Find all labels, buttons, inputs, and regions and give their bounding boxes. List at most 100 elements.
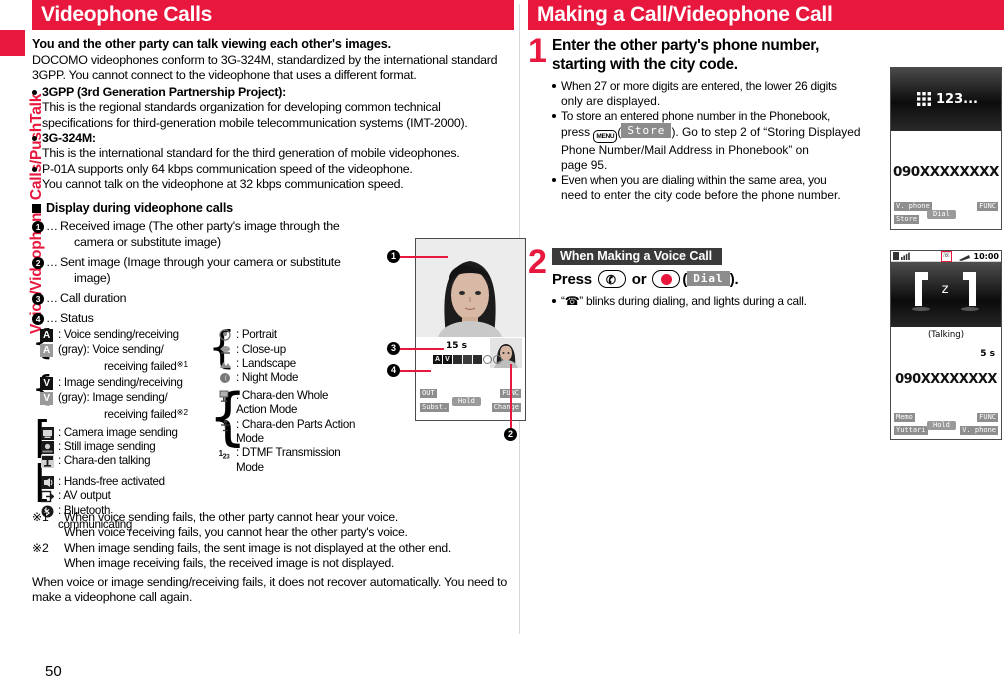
footnote-1: ※1 When voice sending fails, the other p… [32, 510, 514, 525]
voice-ok-icon: A [40, 329, 54, 343]
keypad-label: 123... [936, 92, 978, 107]
callout-text-2: Sent image (Image through your camera or… [60, 254, 341, 269]
side-tab-marker [0, 30, 25, 56]
step-2-tag: When Making a Voice Call [552, 247, 723, 265]
step1-phone-screen: 123... 090XXXXXXXX V. phone Store FUNC D… [890, 67, 1002, 230]
step2-softkey-func[interactable]: FUNC [977, 412, 998, 422]
signal-strength-icon [893, 251, 910, 260]
legend-label: : DTMF Transmission [236, 446, 341, 460]
press-word: Press [552, 270, 596, 288]
send-key-icon[interactable]: ✆ [597, 269, 626, 288]
legend-label: : Voice sending/receiving [58, 328, 179, 342]
leader-dots: … [46, 254, 58, 269]
callout-text-1: Received image (The other party's image … [60, 218, 340, 233]
step1-softkey-func[interactable]: FUNC [977, 202, 998, 211]
call-duration-value: 15 s [446, 341, 468, 351]
step1-dpad-dial[interactable]: Dial [927, 210, 956, 219]
legend-cont-chara-whole: Action Mode [236, 403, 298, 417]
status-bar-time: 10:00 [973, 251, 999, 261]
step1-bullet-3-line2: need to enter the city code before the p… [561, 187, 841, 202]
status-icon-legend: { { [ [ { { A : Voice sending/receiving … [32, 326, 402, 531]
softkey-out[interactable]: OUT [420, 389, 437, 398]
legend-label: : Camera image sending [58, 425, 178, 439]
legend-row-voice-ok: A : Voice sending/receiving [38, 328, 218, 343]
left-column: Videophone Calls You and the other party… [32, 0, 526, 606]
footnote-2: ※2 When image sending fails, the sent im… [32, 541, 514, 556]
leader-line-2-vert [510, 364, 512, 431]
step1-bullet-1-line2: only are displayed. [561, 93, 661, 108]
chara-den-talking-icon [40, 455, 54, 469]
step-2-tag-wrap: When Making a Voice Call [552, 247, 868, 265]
step-1-number: 1 [528, 32, 547, 70]
videophone-call-screen-figure: 15 s A V OUT Subst. Change Hold 1 3 4 2 [387, 238, 527, 441]
legend-row-image-ok: V : Image sending/receiving [38, 376, 218, 391]
leader-dots: … [46, 291, 58, 306]
dial-softkey-label[interactable]: Dial [687, 270, 730, 286]
store-softkey-label[interactable]: Store [621, 123, 672, 139]
received-image-photo [416, 239, 524, 337]
step2-call-info-area: (Talking) 5 s 090XXXXXXXX Memo Yuttari F… [891, 326, 1001, 438]
bullet-p01a-body2: You cannot talk on the videophone at 32 … [42, 177, 404, 192]
step2-softkey-yuttari[interactable]: Yuttari [894, 425, 928, 435]
figure-callout-3: 3 [387, 342, 400, 355]
softkey-change[interactable]: Change [491, 403, 521, 412]
step1-softkey-store[interactable]: Store [894, 215, 920, 224]
step-2-bullets: “☎” blinks during dialing, and lights du… [552, 294, 868, 309]
closeup-status-icon [493, 355, 502, 364]
legend-label: : AV output [58, 489, 111, 503]
legend-row-av-output: : AV output [38, 489, 218, 503]
callout-number-3: 3 [32, 293, 44, 306]
step1-bullet-2: To store an entered phone number in the … [552, 109, 868, 124]
step1-bullet-2-post: ). Go to step 2 of “Storing Displayed [671, 125, 861, 140]
softkey-subst[interactable]: Subst. [420, 403, 450, 412]
bullet-p01a-body: P-01A supports only 64 kbps communicatio… [42, 161, 413, 176]
step1-standby-banner: 123... [891, 68, 1001, 131]
center-key-dot-icon [661, 273, 673, 285]
hands-free-icon [40, 475, 54, 489]
dpad-hold[interactable]: Hold [452, 397, 481, 406]
page-number: 50 [45, 663, 62, 680]
two-phones-illustration: z [891, 261, 1000, 327]
bullet-p01a: P-01A supports only 64 kbps communicatio… [32, 162, 514, 177]
voice-status-icon: A [433, 355, 442, 364]
handsfree-status-icon [473, 355, 482, 364]
figure-callout-4: 4 [387, 364, 400, 377]
camera-status-icon [453, 355, 462, 364]
left-section-header: Videophone Calls [32, 0, 514, 30]
callout-text-3: Call duration [60, 291, 127, 306]
dtmf-transmission-icon: 123 [218, 449, 230, 461]
legend-column-left: A : Voice sending/receiving A (gray): Vo… [38, 328, 218, 532]
step1-bullet-2-line4: page 95. [561, 158, 608, 173]
subhead-label: Display during videophone calls [46, 200, 233, 215]
bullet-3g324m-label: 3G-324M: [42, 131, 96, 146]
left-lead-text: You and the other party can talk viewing… [32, 37, 391, 51]
step2-softkey-vphone[interactable]: V. phone [960, 425, 998, 435]
step2-status-bar: ☏ 10:00 [891, 250, 1001, 262]
right-column: Making a Call/Videophone Call 1 Enter th… [528, 0, 1004, 440]
legend-row-handsfree: : Hands-free activated [38, 475, 218, 489]
press-word: press [561, 125, 594, 140]
step2-softkey-memo[interactable]: Memo [894, 412, 915, 422]
step2-dpad-hold[interactable]: Hold [927, 420, 956, 430]
step1-number-area: 090XXXXXXXX V. phone Store FUNC Dial [891, 131, 1001, 228]
bullet-3g324m-body: This is the international standard for t… [42, 146, 460, 161]
bullet-3g324m: 3G-324M: [32, 131, 514, 146]
leader-line-4 [400, 370, 431, 372]
close-up-icon [218, 344, 232, 357]
talking-status-label: (Talking) [927, 329, 965, 340]
bullet-dot-icon [32, 89, 37, 95]
legend-row-image-fail: V (gray): Image sending/ [38, 391, 218, 405]
callout-item-1: 1 … Received image (The other party's im… [32, 219, 514, 235]
menu-key-icon[interactable]: MENU [593, 130, 618, 144]
left-intro-text: DOCOMO videophones conform to 3G-324M, s… [32, 53, 498, 83]
center-key-icon[interactable] [652, 269, 681, 288]
legend-label: (gray): Image sending/ [58, 390, 168, 404]
legend-label: : Image sending/receiving [58, 376, 183, 390]
entered-phone-number: 090XXXXXXXX [893, 164, 999, 180]
step1-softkey-vphone[interactable]: V. phone [894, 202, 932, 211]
figure-callout-1: 1 [387, 250, 400, 263]
status-icon-row: A V [433, 355, 512, 364]
misc-status-icon [503, 355, 512, 364]
legend-row-still-send: : Still image sending [38, 440, 218, 455]
callout-text-4: Status [60, 310, 94, 325]
